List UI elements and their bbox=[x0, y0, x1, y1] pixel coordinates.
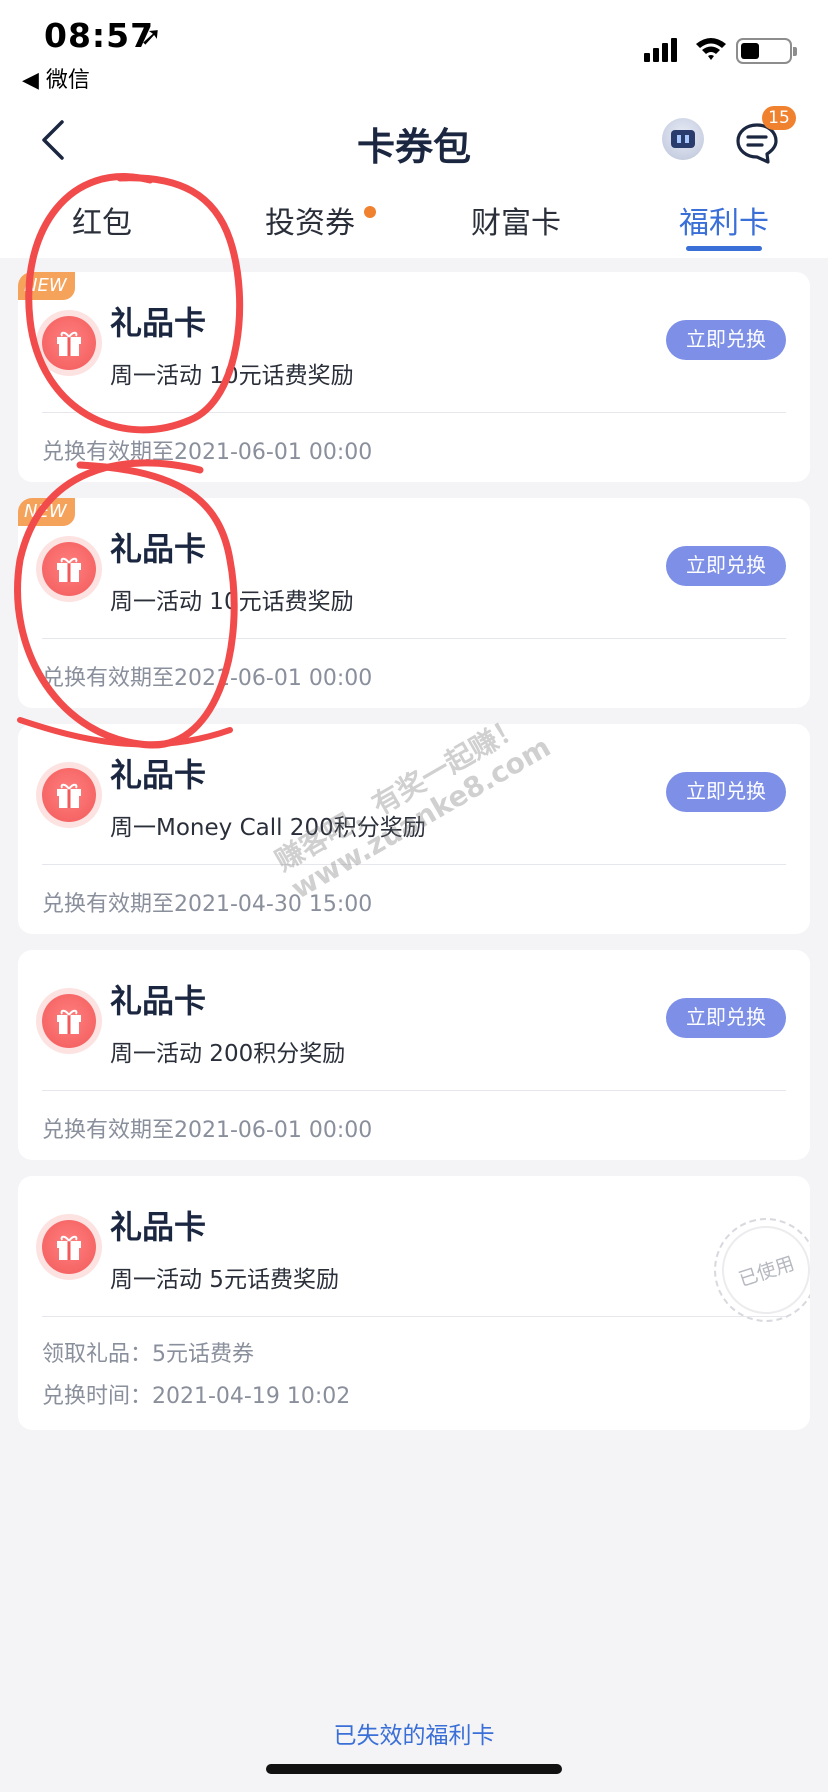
message-count-badge: 15 bbox=[762, 106, 796, 130]
tab-wealth-card[interactable]: 财富卡 bbox=[426, 198, 606, 242]
wifi-icon bbox=[696, 38, 726, 60]
gift-icon bbox=[42, 316, 96, 370]
gift-icon bbox=[42, 542, 96, 596]
divider bbox=[42, 864, 786, 865]
card-subtitle: 周一活动 200积分奖励 bbox=[110, 1041, 346, 1067]
gift-icon bbox=[42, 994, 96, 1048]
card-title: 礼品卡 bbox=[110, 304, 207, 342]
redeem-now-button[interactable]: 立即兑换 bbox=[666, 998, 786, 1038]
gift-received-text: 领取礼品：5元话费券 bbox=[42, 1342, 254, 1367]
redeem-now-button[interactable]: 立即兑换 bbox=[666, 772, 786, 812]
new-tag: NEW bbox=[18, 498, 75, 526]
gift-card-item-used: 礼品卡 周一活动 5元话费奖励 已使用 领取礼品：5元话费券 兑换时间：2021… bbox=[18, 1176, 810, 1430]
signal-icon bbox=[644, 38, 680, 62]
expired-welfare-cards-link[interactable]: 已失效的福利卡 bbox=[0, 1716, 828, 1750]
divider bbox=[42, 1316, 786, 1317]
tab-red-packet[interactable]: 红包 bbox=[12, 198, 192, 242]
divider bbox=[42, 1090, 786, 1091]
expiry-text: 兑换有效期至2021-06-01 00:00 bbox=[42, 666, 373, 691]
back-to-wechat-link[interactable]: ◀ 微信 bbox=[22, 62, 90, 94]
gift-card-item: NEW 礼品卡 周一活动 10元话费奖励 立即兑换 兑换有效期至2021-06-… bbox=[18, 498, 810, 708]
status-bar: 08:57 ➚ ◀ 微信 bbox=[0, 0, 828, 94]
tab-welfare-card[interactable]: 福利卡 bbox=[634, 198, 814, 242]
gift-icon bbox=[42, 1220, 96, 1274]
divider bbox=[42, 638, 786, 639]
redeem-time-text: 兑换时间：2021-04-19 10:02 bbox=[42, 1384, 351, 1409]
expiry-text: 兑换有效期至2021-06-01 00:00 bbox=[42, 1118, 373, 1143]
card-subtitle: 周一活动 10元话费奖励 bbox=[110, 363, 354, 389]
nav-bar: 卡券包 15 bbox=[0, 92, 828, 188]
expiry-text: 兑换有效期至2021-06-01 00:00 bbox=[42, 440, 373, 465]
divider bbox=[42, 412, 786, 413]
tab-notification-dot bbox=[364, 206, 376, 218]
card-title: 礼品卡 bbox=[110, 982, 207, 1020]
new-tag: NEW bbox=[18, 272, 75, 300]
card-title: 礼品卡 bbox=[110, 530, 207, 568]
robot-assistant-icon[interactable] bbox=[662, 118, 704, 160]
redeem-now-button[interactable]: 立即兑换 bbox=[666, 546, 786, 586]
home-indicator bbox=[266, 1764, 562, 1774]
redeem-now-button[interactable]: 立即兑换 bbox=[666, 320, 786, 360]
status-time: 08:57 bbox=[44, 16, 155, 55]
card-title: 礼品卡 bbox=[110, 756, 207, 794]
tab-investment-coupon[interactable]: 投资券 bbox=[220, 198, 400, 242]
card-title: 礼品卡 bbox=[110, 1208, 207, 1246]
location-arrow-icon: ➚ bbox=[140, 22, 162, 52]
gift-card-item: 礼品卡 周一活动 200积分奖励 立即兑换 兑换有效期至2021-06-01 0… bbox=[18, 950, 810, 1160]
gift-card-item: NEW 礼品卡 周一活动 10元话费奖励 立即兑换 兑换有效期至2021-06-… bbox=[18, 272, 810, 482]
card-subtitle: 周一活动 10元话费奖励 bbox=[110, 589, 354, 615]
active-tab-indicator bbox=[686, 246, 762, 251]
gift-icon bbox=[42, 768, 96, 822]
card-subtitle: 周一活动 5元话费奖励 bbox=[110, 1267, 339, 1293]
battery-icon bbox=[736, 38, 797, 64]
page-title: 卡券包 bbox=[356, 125, 471, 169]
tab-bar: 红包 投资券 财富卡 福利卡 bbox=[0, 188, 828, 258]
